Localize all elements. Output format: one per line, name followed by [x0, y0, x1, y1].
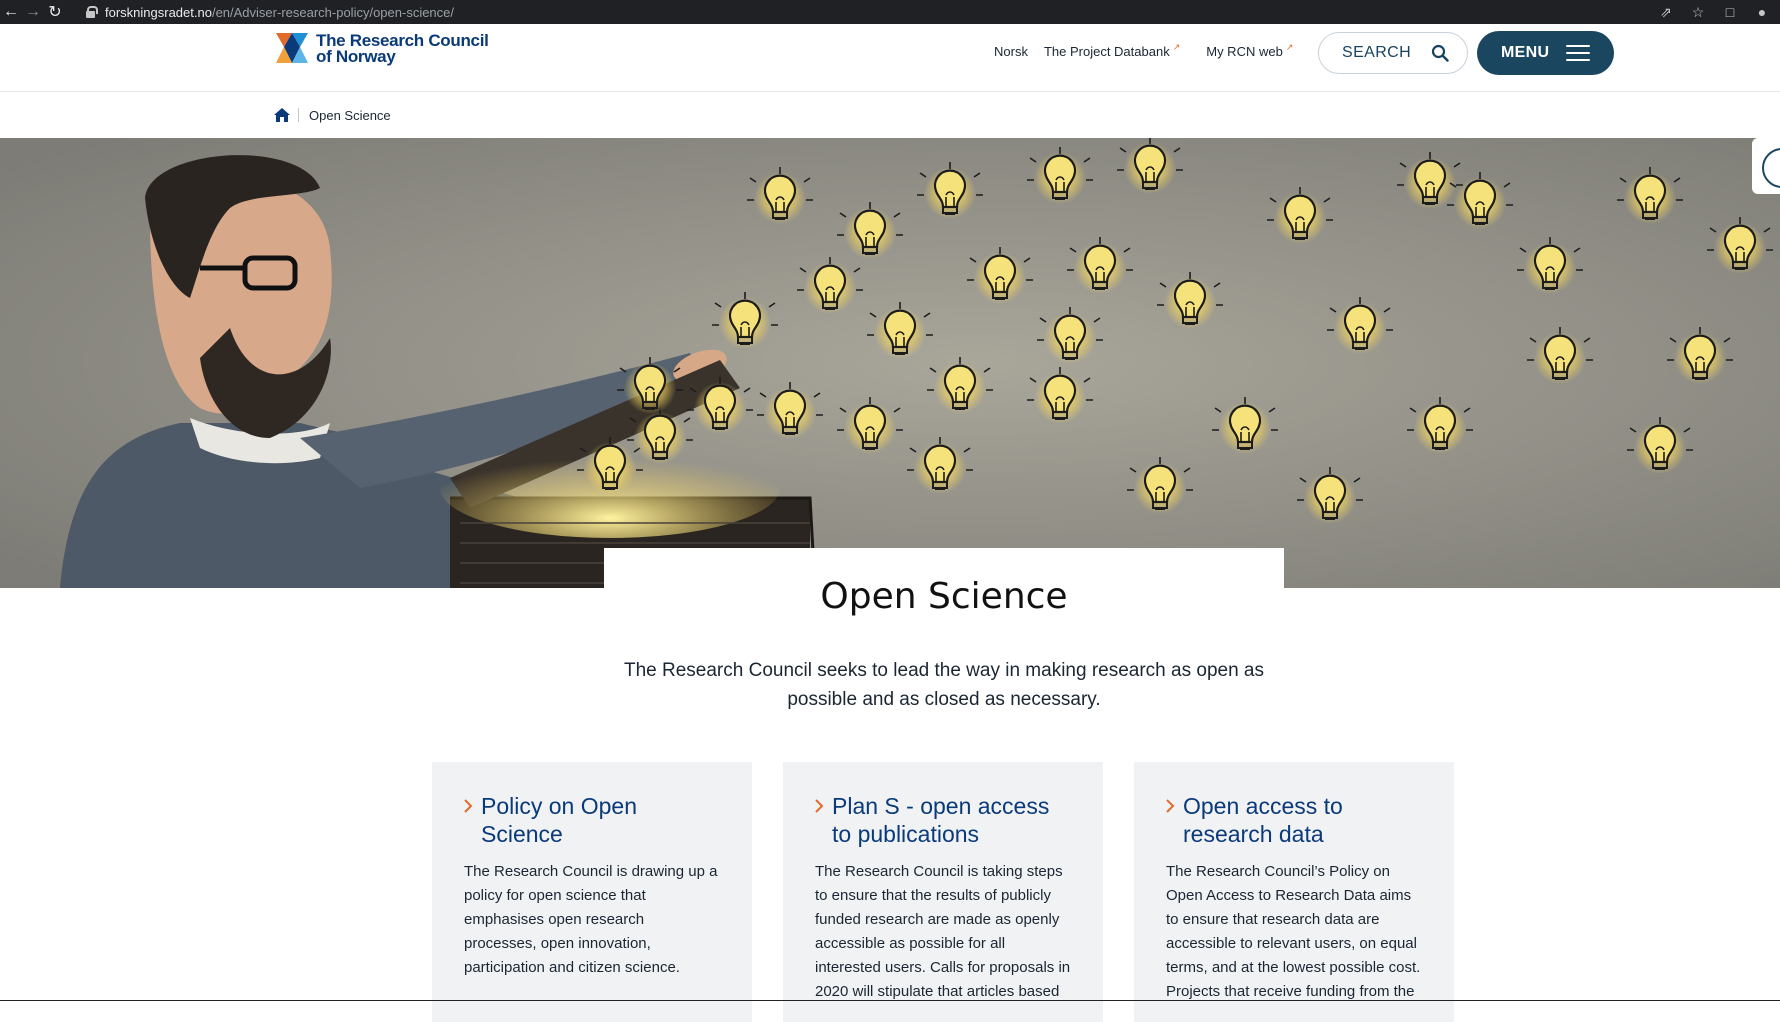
logo[interactable]: The Research Council of Norway: [272, 31, 489, 67]
link-project-databank-label: The Project Databank: [1043, 44, 1170, 59]
card-plan-s[interactable]: Plan S - open access to publications The…: [783, 762, 1103, 1022]
search-label: SEARCH: [1342, 44, 1412, 61]
external-link-icon: ↗: [1285, 42, 1294, 52]
breadcrumb-separator: [298, 108, 299, 122]
extension-icon[interactable]: ●: [1752, 4, 1772, 20]
link-norsk[interactable]: Norsk: [994, 44, 1028, 59]
link-project-databank[interactable]: The Project Databank ↗: [1043, 42, 1181, 59]
card-text: The Research Council is taking steps to …: [815, 863, 1071, 1000]
menu-label: MENU: [1501, 44, 1550, 61]
external-link-icon: ↗: [1172, 42, 1181, 52]
link-norsk-label: Norsk: [994, 44, 1028, 59]
hero-image: [0, 138, 1780, 588]
reload-icon[interactable]: ↻: [44, 0, 66, 24]
search-icon: [1431, 44, 1449, 62]
site-header: The Research Council of Norway Norsk The…: [0, 24, 1780, 92]
logo-text: The Research Council of Norway: [316, 32, 489, 66]
address-bar[interactable]: forskningsradet.no/en/Adviser-research-p…: [105, 5, 454, 20]
chevron-right-icon: [815, 793, 824, 848]
browser-toolbar: ← → ↻ forskningsradet.no/en/Adviser-rese…: [0, 0, 1780, 24]
hero-illustration: [0, 138, 1780, 588]
share-icon[interactable]: ⇗: [1656, 4, 1676, 21]
chevron-right-icon: [1166, 793, 1175, 848]
url-domain: forskningsradet.no: [105, 4, 212, 20]
breadcrumb-current: Open Science: [309, 107, 391, 123]
title-card: Open Science: [604, 548, 1284, 628]
forward-icon[interactable]: →: [22, 0, 44, 24]
logo-line2: of Norway: [316, 47, 396, 66]
card-open-access-data[interactable]: Open access to research data The Researc…: [1134, 762, 1454, 1022]
search-button[interactable]: SEARCH: [1318, 32, 1468, 74]
card-title-link[interactable]: Plan S - open access to publications: [815, 792, 1071, 848]
card-title-text: Policy on Open Science: [481, 793, 637, 847]
hamburger-icon: [1566, 45, 1590, 61]
menu-button[interactable]: MENU: [1477, 31, 1614, 75]
card-title-link[interactable]: Open access to research data: [1166, 792, 1422, 848]
card-title-text: Plan S - open access to publications: [832, 793, 1050, 847]
extension-doc-icon[interactable]: □: [1720, 4, 1740, 20]
home-icon[interactable]: [274, 108, 290, 122]
card-title-text: Open access to research data: [1183, 793, 1343, 847]
back-icon[interactable]: ←: [0, 0, 22, 24]
card-policy-open-science[interactable]: Policy on Open Science The Research Coun…: [432, 762, 752, 1022]
lock-icon[interactable]: [86, 6, 98, 18]
top-links: Norsk The Project Databank ↗ My RCN web ↗: [994, 42, 1294, 59]
chevron-right-icon: [464, 793, 473, 848]
logo-mark-icon: [276, 33, 308, 63]
page-lead: The Research Council seeks to lead the w…: [623, 660, 1264, 710]
bookmark-star-icon[interactable]: ☆: [1688, 4, 1708, 21]
url-path: /en/Adviser-research-policy/open-science…: [211, 4, 455, 20]
breadcrumb: Open Science: [0, 92, 1780, 138]
card-text: The Research Council is drawing up a pol…: [464, 863, 718, 976]
link-my-rcn-web[interactable]: My RCN web ↗: [1206, 42, 1294, 59]
link-my-rcn-web-label: My RCN web: [1206, 44, 1283, 59]
side-widget-tab[interactable]: [1752, 138, 1780, 194]
page-title: Open Science: [820, 576, 1068, 617]
card-title-link[interactable]: Policy on Open Science: [464, 792, 720, 848]
card-text: The Research Council’s Policy on Open Ac…: [1166, 863, 1421, 1000]
